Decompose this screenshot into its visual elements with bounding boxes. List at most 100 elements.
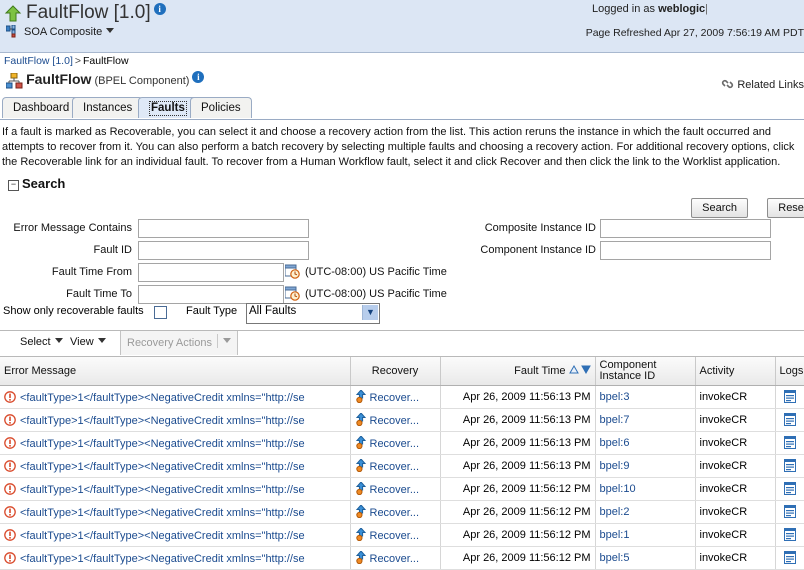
cell-component-instance-id[interactable]: bpel:9: [595, 454, 696, 478]
col-header-fault-time[interactable]: Fault Time: [440, 357, 596, 386]
table-row[interactable]: <faultType>1</faultType><NegativeCredit …: [0, 500, 804, 524]
fault-type-select[interactable]: All Faults ▼: [246, 303, 380, 324]
tab-faults[interactable]: Faults: [138, 97, 198, 118]
cell-logs[interactable]: [775, 454, 804, 478]
cell-recovery[interactable]: Recover...: [350, 477, 441, 501]
related-links-button[interactable]: Related Links: [721, 78, 804, 93]
logged-in-user[interactable]: weblogic: [658, 3, 705, 15]
component-instance-link[interactable]: bpel:2: [600, 506, 630, 518]
col-header-error-message[interactable]: Error Message: [0, 357, 351, 386]
cell-logs[interactable]: [775, 408, 804, 432]
cell-recovery[interactable]: Recover...: [350, 408, 441, 432]
cell-logs[interactable]: [775, 431, 804, 455]
component-instance-link[interactable]: bpel:9: [600, 460, 630, 472]
error-message-link[interactable]: <faultType>1</faultType><NegativeCredit …: [20, 438, 305, 450]
error-message-link[interactable]: <faultType>1</faultType><NegativeCredit …: [20, 530, 305, 542]
chevron-down-icon-select[interactable]: ▼: [362, 305, 378, 320]
col-header-logs[interactable]: Logs: [775, 357, 804, 386]
log-icon[interactable]: [783, 390, 796, 403]
breadcrumb-root[interactable]: FaultFlow [1.0]: [4, 55, 73, 67]
component-instance-link[interactable]: bpel:3: [600, 391, 630, 403]
cell-recovery[interactable]: Recover...: [350, 546, 441, 570]
error-message-link[interactable]: <faultType>1</faultType><NegativeCredit …: [20, 461, 305, 473]
cell-component-instance-id[interactable]: bpel:5: [595, 546, 696, 570]
cell-error-message[interactable]: <faultType>1</faultType><NegativeCredit …: [0, 523, 351, 547]
log-icon[interactable]: [783, 505, 796, 518]
cell-recovery[interactable]: Recover...: [350, 385, 441, 409]
cell-component-instance-id[interactable]: bpel:10: [595, 477, 696, 501]
info-icon[interactable]: i: [153, 3, 166, 15]
component-instance-link[interactable]: bpel:1: [600, 529, 630, 541]
recover-link[interactable]: Recover...: [370, 553, 420, 565]
cell-error-message[interactable]: <faultType>1</faultType><NegativeCredit …: [0, 477, 351, 501]
cell-recovery[interactable]: Recover...: [350, 500, 441, 524]
error-message-link[interactable]: <faultType>1</faultType><NegativeCredit …: [20, 392, 305, 404]
view-menu[interactable]: View: [70, 336, 106, 348]
cell-logs[interactable]: [775, 546, 804, 570]
cell-component-instance-id[interactable]: bpel:7: [595, 408, 696, 432]
component-instance-id-input[interactable]: [600, 241, 771, 260]
table-row[interactable]: <faultType>1</faultType><NegativeCredit …: [0, 408, 804, 432]
search-button[interactable]: Search: [691, 198, 748, 218]
log-icon[interactable]: [783, 413, 796, 426]
log-icon[interactable]: [783, 459, 796, 472]
recover-link[interactable]: Recover...: [370, 415, 420, 427]
recover-link[interactable]: Recover...: [370, 507, 420, 519]
cell-component-instance-id[interactable]: bpel:3: [595, 385, 696, 409]
table-row[interactable]: <faultType>1</faultType><NegativeCredit …: [0, 523, 804, 547]
cell-error-message[interactable]: <faultType>1</faultType><NegativeCredit …: [0, 546, 351, 570]
cell-logs[interactable]: [775, 477, 804, 501]
cell-logs[interactable]: [775, 500, 804, 524]
recover-link[interactable]: Recover...: [370, 438, 420, 450]
composite-instance-id-input[interactable]: [600, 219, 771, 238]
tab-dashboard[interactable]: Dashboard: [2, 97, 81, 118]
component-instance-link[interactable]: bpel:7: [600, 414, 630, 426]
calendar-clock-icon[interactable]: [284, 264, 300, 279]
cell-component-instance-id[interactable]: bpel:1: [595, 523, 696, 547]
recover-link[interactable]: Recover...: [370, 530, 420, 542]
col-header-component-instance-id[interactable]: Component Instance ID: [595, 357, 696, 386]
cell-recovery[interactable]: Recover...: [350, 431, 441, 455]
error-message-link[interactable]: <faultType>1</faultType><NegativeCredit …: [20, 484, 305, 496]
component-info-icon[interactable]: i: [192, 71, 205, 83]
table-row[interactable]: <faultType>1</faultType><NegativeCredit …: [0, 431, 804, 455]
log-icon[interactable]: [783, 482, 796, 495]
cell-component-instance-id[interactable]: bpel:2: [595, 500, 696, 524]
col-header-recovery[interactable]: Recovery: [350, 357, 441, 386]
tab-instances[interactable]: Instances: [72, 97, 144, 118]
soa-composite-menu[interactable]: SOA Composite: [5, 24, 115, 41]
table-row[interactable]: <faultType>1</faultType><NegativeCredit …: [0, 454, 804, 478]
search-section-header[interactable]: − Search: [8, 176, 804, 191]
error-message-link[interactable]: <faultType>1</faultType><NegativeCredit …: [20, 553, 305, 565]
component-instance-link[interactable]: bpel:6: [600, 437, 630, 449]
table-row[interactable]: <faultType>1</faultType><NegativeCredit …: [0, 477, 804, 501]
log-icon[interactable]: [783, 551, 796, 564]
fault-time-from-input[interactable]: [138, 263, 284, 282]
cell-logs[interactable]: [775, 385, 804, 409]
chevron-down-icon[interactable]: [106, 28, 115, 33]
error-message-link[interactable]: <faultType>1</faultType><NegativeCredit …: [20, 415, 305, 427]
sort-asc-desc-icon[interactable]: [568, 364, 591, 377]
table-row[interactable]: <faultType>1</faultType><NegativeCredit …: [0, 385, 804, 409]
log-icon[interactable]: [783, 528, 796, 541]
cell-error-message[interactable]: <faultType>1</faultType><NegativeCredit …: [0, 408, 351, 432]
component-instance-link[interactable]: bpel:10: [600, 483, 636, 495]
recover-link[interactable]: Recover...: [370, 392, 420, 404]
cell-error-message[interactable]: <faultType>1</faultType><NegativeCredit …: [0, 385, 351, 409]
cell-component-instance-id[interactable]: bpel:6: [595, 431, 696, 455]
error-message-input[interactable]: [138, 219, 309, 238]
collapse-toggle-icon[interactable]: −: [8, 180, 19, 191]
component-instance-link[interactable]: bpel:5: [600, 552, 630, 564]
fault-id-input[interactable]: [138, 241, 309, 260]
cell-error-message[interactable]: <faultType>1</faultType><NegativeCredit …: [0, 454, 351, 478]
cell-error-message[interactable]: <faultType>1</faultType><NegativeCredit …: [0, 431, 351, 455]
recover-link[interactable]: Recover...: [370, 461, 420, 473]
reset-button[interactable]: Reset: [767, 198, 804, 218]
col-header-activity[interactable]: Activity: [695, 357, 776, 386]
up-arrow-icon[interactable]: [4, 5, 22, 23]
recovery-actions-button[interactable]: Recovery Actions: [120, 331, 238, 355]
recover-link[interactable]: Recover...: [370, 484, 420, 496]
log-icon[interactable]: [783, 436, 796, 449]
error-message-link[interactable]: <faultType>1</faultType><NegativeCredit …: [20, 507, 305, 519]
calendar-clock-icon-2[interactable]: [284, 286, 300, 301]
